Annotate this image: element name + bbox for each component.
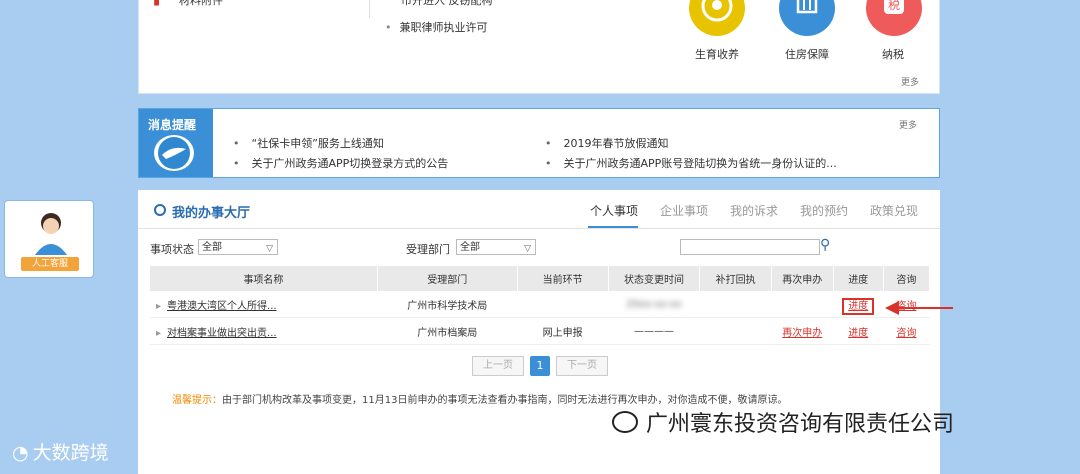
service-tax[interactable]: 纳税 bbox=[858, 46, 928, 62]
notice-panel: 消息提醒 更多 “社保卡申领”服务上线通知 2019年春节放假通知 关于广州政务… bbox=[138, 108, 940, 178]
customer-service-label: 人工客服 bbox=[21, 257, 79, 271]
row-stage: 网上申报 bbox=[517, 317, 609, 345]
hall-title-icon bbox=[154, 204, 166, 216]
row-reapply bbox=[771, 291, 834, 318]
row-time: ———— bbox=[608, 317, 700, 345]
progress-link[interactable]: 进度 bbox=[842, 297, 875, 315]
row-time: 20xx-xx-xx bbox=[608, 291, 700, 318]
tab-policy[interactable]: 政策兑现 bbox=[870, 202, 918, 219]
warm-tip: 温馨提示：由于部门机构改革及事项变更，11月13日前申办的事项无法查看办事指南，… bbox=[172, 391, 787, 406]
row-progress[interactable]: 进度 bbox=[833, 291, 884, 318]
baby-icon[interactable] bbox=[689, 0, 745, 36]
tab-divider bbox=[138, 228, 940, 229]
company-watermark: 广州寰东投资咨询有限责任公司 bbox=[612, 406, 954, 438]
prev-page-button[interactable]: 上一页 bbox=[472, 356, 524, 376]
agent-avatar-icon bbox=[31, 209, 71, 260]
service-panel: ▮ 材料附件 市开进入 反窃配构 • 兼职律师执业许可 生育收养 住房保障 税 纳… bbox=[138, 0, 940, 94]
row-dept: 广州市科学技术局 bbox=[377, 291, 518, 318]
tip-label: 温馨提示： bbox=[172, 395, 222, 406]
row-dept: 广州市档案局 bbox=[377, 317, 518, 345]
bird-icon bbox=[154, 135, 194, 171]
row-name[interactable]: ▸ 对档案事业做出突出贡... bbox=[150, 317, 378, 345]
reapply-link[interactable]: 再次申办 bbox=[782, 328, 822, 339]
row-progress[interactable]: 进度 bbox=[833, 317, 884, 345]
tax-icon[interactable]: 税 bbox=[866, 0, 922, 36]
tab-personal[interactable]: 个人事项 bbox=[590, 202, 638, 219]
status-select[interactable]: 全部 ▽ bbox=[198, 239, 278, 255]
notice-more-link[interactable]: 更多 bbox=[899, 118, 917, 131]
svg-text:税: 税 bbox=[888, 0, 900, 12]
notice-item[interactable]: 关于广州政务通APP账号登陆切换为省统一身份认证的... bbox=[545, 155, 837, 171]
divider bbox=[369, 0, 370, 18]
next-page-button[interactable]: 下一页 bbox=[556, 356, 608, 376]
tab-enterprise[interactable]: 企业事项 bbox=[660, 202, 708, 219]
col-name: 事项名称 bbox=[150, 266, 378, 291]
notice-item[interactable]: “社保卡申领”服务上线通知 bbox=[233, 135, 384, 151]
wechat-icon bbox=[612, 411, 638, 433]
service-housing[interactable]: 住房保障 bbox=[772, 46, 842, 62]
search-icon[interactable]: ⚲ bbox=[820, 237, 830, 253]
materials-link[interactable]: 材料附件 bbox=[179, 0, 223, 8]
row-consult[interactable]: 咨询 bbox=[883, 317, 930, 345]
building-icon[interactable] bbox=[779, 0, 835, 36]
cut-off-item[interactable]: 市开进入 反窃配构 bbox=[401, 0, 493, 8]
tab-appeals[interactable]: 我的诉求 bbox=[730, 202, 778, 219]
row-stage bbox=[517, 291, 609, 318]
row-receipt bbox=[699, 291, 772, 318]
dept-filter-label: 受理部门 bbox=[406, 243, 450, 256]
chevron-down-icon: ▽ bbox=[524, 244, 531, 254]
document-icon: ▮ bbox=[153, 0, 161, 8]
customer-service-widget[interactable]: 人工客服 bbox=[4, 200, 94, 278]
hall-title: 我的办事大厅 bbox=[172, 206, 251, 221]
current-page[interactable]: 1 bbox=[530, 356, 550, 376]
col-receipt: 补打回执 bbox=[699, 266, 772, 291]
source-watermark: ◔ 大数跨境 bbox=[12, 442, 109, 464]
notice-title: 消息提醒 bbox=[148, 118, 197, 132]
consult-link[interactable]: 咨询 bbox=[896, 328, 916, 339]
row-receipt bbox=[699, 317, 772, 345]
chevron-down-icon: ▽ bbox=[266, 244, 273, 254]
col-reapply: 再次申办 bbox=[771, 266, 834, 291]
lawyer-license-item[interactable]: • 兼职律师执业许可 bbox=[385, 19, 488, 35]
col-consult: 咨询 bbox=[883, 266, 931, 291]
status-filter-label: 事项状态 bbox=[150, 243, 194, 256]
table-row: ▸ 粤港澳大湾区个人所得... 广州市科学技术局 20xx-xx-xx 进度 咨询 bbox=[150, 291, 930, 318]
notice-item[interactable]: 关于广州政务通APP切换登录方式的公告 bbox=[233, 155, 449, 171]
annotation-arrow-icon bbox=[885, 301, 953, 315]
col-progress: 进度 bbox=[833, 266, 884, 291]
matters-table: 事项名称 受理部门 当前环节 状态变更时间 补打回执 再次申办 进度 咨询 ▸ 粤… bbox=[150, 266, 931, 345]
col-dept: 受理部门 bbox=[377, 266, 518, 291]
col-time: 状态变更时间 bbox=[608, 266, 701, 291]
tip-text: 由于部门机构改革及事项变更，11月13日前申办的事项无法查看办事指南，同时无法进… bbox=[222, 395, 788, 406]
notice-header: 消息提醒 bbox=[139, 109, 213, 177]
expand-icon[interactable]: ▸ bbox=[156, 301, 161, 312]
table-header-row: 事项名称 受理部门 当前环节 状态变更时间 补打回执 再次申办 进度 咨询 bbox=[150, 266, 931, 291]
service-birth-adoption[interactable]: 生育收养 bbox=[682, 46, 752, 62]
progress-link[interactable]: 进度 bbox=[848, 328, 868, 339]
table-row: ▸ 对档案事业做出突出贡... 广州市档案局 网上申报 ———— 再次申办 进度 … bbox=[150, 317, 930, 345]
row-name[interactable]: ▸ 粤港澳大湾区个人所得... bbox=[150, 291, 378, 318]
search-input[interactable] bbox=[680, 239, 820, 255]
expand-icon[interactable]: ▸ bbox=[156, 328, 161, 339]
notice-item[interactable]: 2019年春节放假通知 bbox=[545, 135, 669, 151]
row-reapply[interactable]: 再次申办 bbox=[771, 317, 834, 345]
dept-select[interactable]: 全部 ▽ bbox=[456, 239, 536, 255]
services-more-link[interactable]: 更多 bbox=[901, 75, 919, 88]
col-stage: 当前环节 bbox=[517, 266, 609, 291]
tab-appointments[interactable]: 我的预约 bbox=[800, 202, 848, 219]
logo-icon: ◔ bbox=[12, 442, 29, 464]
